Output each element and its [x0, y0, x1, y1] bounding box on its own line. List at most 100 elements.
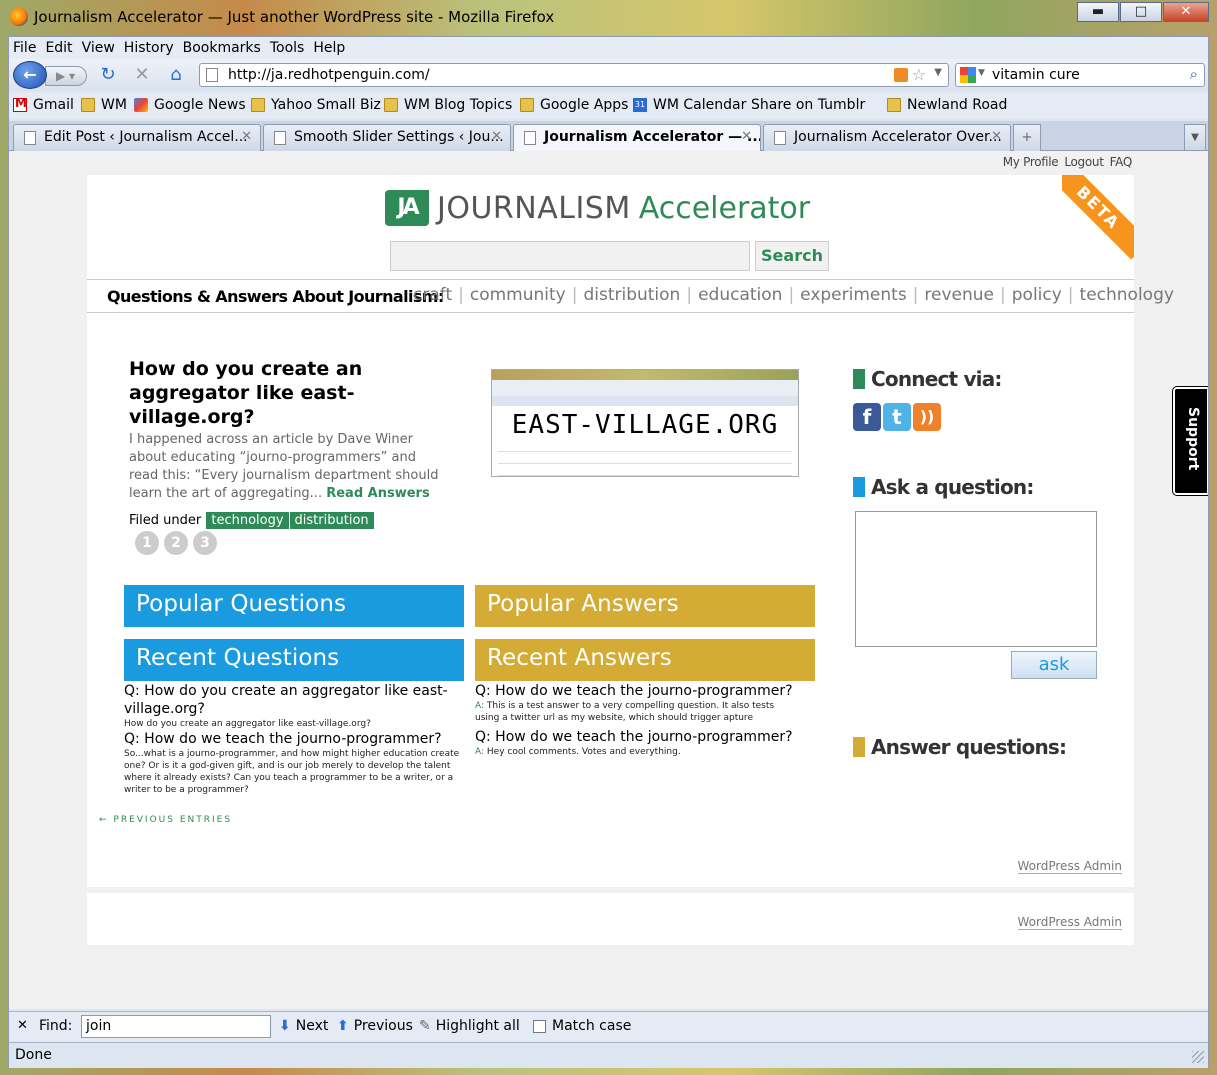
back-button[interactable]: ← — [13, 61, 47, 89]
category-technology[interactable]: technology — [1080, 285, 1174, 305]
tab-journalism-accelerator-overview[interactable]: Journalism Accelerator Over... ✕ — [763, 124, 1011, 151]
checkbox[interactable] — [533, 1019, 546, 1033]
ask-button[interactable]: ask — [1011, 651, 1097, 679]
twitter-icon[interactable]: t — [883, 403, 911, 431]
menu-tools[interactable]: Tools — [266, 37, 310, 56]
answer-summary: A: This is a test answer to a very compe… — [475, 700, 795, 724]
popular-answers-heading[interactable]: Popular Answers — [475, 585, 815, 627]
slide-page-1[interactable]: 1 — [135, 531, 159, 555]
bookmark-wm[interactable]: WM — [81, 97, 127, 113]
tab-smooth-slider[interactable]: Smooth Slider Settings ‹ Jou... ✕ — [263, 124, 511, 151]
site-logo[interactable]: JA JOURNALISM Accelerator — [385, 189, 810, 227]
slide-title[interactable]: How do you create an aggregator like eas… — [129, 357, 459, 429]
bookmark-google-news[interactable]: Google News — [134, 97, 246, 113]
search-icon[interactable]: ⌕ — [1190, 65, 1198, 83]
bookmark-newland-road[interactable]: Newland Road — [887, 97, 1007, 113]
close-tab-icon[interactable]: ✕ — [991, 129, 1002, 144]
tab-label: Journalism Accelerator — ... — [544, 129, 761, 145]
recent-questions-heading[interactable]: Recent Questions — [124, 639, 464, 681]
recent-answers-heading[interactable]: Recent Answers — [475, 639, 815, 681]
bookmark-wm-calendar[interactable]: 31 WM Calendar — [633, 97, 746, 113]
previous-entries-link[interactable]: ← PREVIOUS ENTRIES — [99, 815, 232, 825]
chevron-down-icon[interactable]: ▼ — [934, 67, 942, 78]
list-item[interactable]: Q: How do you create an aggregator like … — [124, 682, 464, 718]
facebook-icon[interactable]: f — [853, 403, 881, 431]
answer-label: A: — [475, 747, 485, 757]
tag-distribution[interactable]: distribution — [289, 512, 374, 529]
minimize-button[interactable]: ▬ — [1077, 2, 1119, 22]
close-find-icon[interactable]: ✕ — [17, 1018, 28, 1033]
highlight-all-button[interactable]: ✎ Highlight all — [419, 1018, 520, 1034]
google-icon[interactable] — [960, 67, 976, 83]
tab-journalism-accelerator[interactable]: Journalism Accelerator — ... ✕ — [513, 124, 761, 152]
my-profile-link[interactable]: My Profile — [1003, 155, 1059, 169]
web-search-input[interactable]: vitamin cure — [992, 67, 1080, 83]
slide-page-3[interactable]: 3 — [193, 531, 217, 555]
resize-grip-icon[interactable] — [1192, 1051, 1204, 1063]
category-education[interactable]: education — [698, 285, 782, 305]
category-policy[interactable]: policy — [1012, 285, 1062, 305]
site-search-input[interactable] — [390, 241, 750, 271]
menu-edit[interactable]: Edit — [41, 37, 77, 56]
new-tab-button[interactable]: + — [1013, 124, 1041, 151]
category-distribution[interactable]: distribution — [583, 285, 680, 305]
close-button[interactable]: ✕ — [1163, 2, 1209, 22]
web-search-box[interactable]: ▼ vitamin cure ⌕ — [955, 63, 1205, 87]
social-links: f t )) — [853, 403, 943, 431]
tab-edit-post[interactable]: Edit Post ‹ Journalism Accel... ✕ — [13, 124, 261, 151]
read-answers-link[interactable]: Read Answers — [326, 486, 429, 501]
tag-technology[interactable]: technology — [206, 512, 289, 529]
support-tab[interactable]: Support — [1173, 387, 1208, 495]
match-case-checkbox[interactable]: Match case — [533, 1018, 631, 1034]
category-revenue[interactable]: revenue — [924, 285, 994, 305]
bookmark-wm-blog-topics[interactable]: WM Blog Topics — [384, 97, 512, 113]
logout-link[interactable]: Logout — [1064, 155, 1104, 169]
find-input[interactable]: join — [81, 1015, 271, 1038]
category-community[interactable]: community — [470, 285, 566, 305]
bookmark-google-apps[interactable]: Google Apps — [520, 97, 628, 113]
slider-pagination: 1 2 3 — [135, 531, 222, 555]
list-item[interactable]: Q: How do we teach the journo-programmer… — [475, 728, 795, 746]
site-search-button[interactable]: Search — [755, 241, 829, 271]
list-tabs-button[interactable]: ▼ — [1184, 124, 1206, 151]
bookmark-yahoo-small-biz[interactable]: Yahoo Small Biz — [251, 97, 381, 113]
url-text[interactable]: http://ja.redhotpenguin.com/ — [228, 67, 430, 83]
question-textarea[interactable] — [855, 511, 1097, 647]
menu-help[interactable]: Help — [309, 37, 350, 56]
home-icon[interactable]: ⌂ — [165, 64, 187, 86]
close-tab-icon[interactable]: ✕ — [491, 129, 502, 144]
menu-history[interactable]: History — [120, 37, 179, 56]
logo-word-journalism: JOURNALISM — [437, 190, 631, 226]
slide-page-2[interactable]: 2 — [164, 531, 188, 555]
separator: | — [788, 285, 795, 305]
find-previous-button[interactable]: ⬆ Previous — [337, 1018, 413, 1034]
close-tab-icon[interactable]: ✕ — [241, 129, 252, 144]
menu-view[interactable]: View — [78, 37, 120, 56]
list-item[interactable]: Q: How do we teach the journo-programmer… — [475, 682, 795, 700]
wordpress-admin-link[interactable]: WordPress Admin — [1017, 859, 1122, 874]
category-craft[interactable]: craft — [413, 285, 452, 305]
find-next-button[interactable]: ⬇ Next — [279, 1018, 328, 1034]
bookmark-gmail[interactable]: Gmail — [13, 96, 74, 113]
forward-button[interactable]: ▶ ▾ — [45, 66, 87, 86]
faq-link[interactable]: FAQ — [1110, 155, 1133, 169]
maximize-button[interactable]: □ — [1120, 2, 1162, 22]
bookmark-share-on-tumblr[interactable]: Share on Tumblr — [751, 97, 865, 135]
rss-icon[interactable]: )) — [913, 403, 941, 431]
slide-thumbnail[interactable]: EAST-VILLAGE.ORG — [491, 369, 799, 477]
close-tab-icon[interactable]: ✕ — [741, 129, 752, 144]
wordpress-admin-link[interactable]: WordPress Admin — [1017, 915, 1122, 930]
stop-icon[interactable]: ✕ — [131, 64, 153, 86]
category-experiments[interactable]: experiments — [800, 285, 907, 305]
address-bar[interactable]: http://ja.redhotpenguin.com/ ☆ ▼ — [199, 63, 949, 87]
popular-questions-heading[interactable]: Popular Questions — [124, 585, 464, 627]
rss-icon[interactable] — [894, 68, 908, 82]
engine-dropdown-icon[interactable]: ▼ — [978, 68, 985, 78]
bookmark-label: Google Apps — [540, 97, 629, 113]
bookmark-star-icon[interactable]: ☆ — [912, 65, 926, 84]
menu-bookmarks[interactable]: Bookmarks — [179, 37, 266, 56]
menu-file[interactable]: File — [9, 37, 41, 56]
separator: | — [912, 285, 919, 305]
reload-icon[interactable]: ↻ — [97, 64, 119, 86]
list-item[interactable]: Q: How do we teach the journo-programmer… — [124, 730, 464, 748]
